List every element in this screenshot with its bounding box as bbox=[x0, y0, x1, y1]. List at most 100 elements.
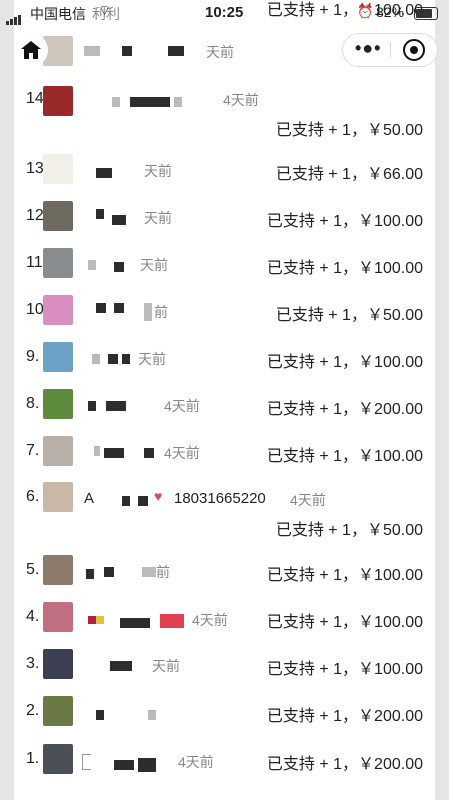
time-ago: 4天前 bbox=[192, 612, 228, 628]
support-amount: 已支持 + 1，￥100.00 bbox=[266, 213, 423, 230]
avatar bbox=[43, 555, 73, 585]
time-ago: 天前 bbox=[152, 658, 180, 674]
support-list-card: 已支持 + 1，￥100.00 天前 14. 4天前 已支持 + 1，￥50.0… bbox=[14, 0, 435, 800]
name-mask bbox=[114, 303, 124, 313]
rank: 3. bbox=[26, 655, 40, 672]
rank: 1. bbox=[26, 750, 40, 767]
support-amount: 已支持 + 1，￥100.00 bbox=[266, 260, 423, 277]
name-mask bbox=[104, 567, 114, 577]
time-ago: 4天前 bbox=[290, 492, 326, 508]
list-item: 10. 前 已支持 + 1，￥50.00 bbox=[14, 291, 435, 337]
name-mask bbox=[86, 569, 94, 579]
name-mask bbox=[114, 262, 124, 272]
name-mask bbox=[138, 758, 156, 772]
name-mask bbox=[130, 97, 170, 107]
alarm-icon: ⏰ bbox=[357, 4, 374, 19]
list-item: 3. 天前 已支持 + 1，￥100.00 bbox=[14, 645, 435, 691]
rank: 7. bbox=[26, 442, 40, 459]
rank: 5. bbox=[26, 561, 40, 578]
time-ago: 天前 bbox=[140, 257, 168, 273]
avatar bbox=[43, 295, 73, 325]
name-mask bbox=[88, 616, 96, 624]
name-mask bbox=[82, 754, 91, 770]
rank: 9. bbox=[26, 348, 40, 365]
name-mask bbox=[84, 46, 100, 56]
avatar bbox=[43, 342, 73, 372]
list-item: 2. 已支持 + 1，￥200.00 bbox=[14, 692, 435, 738]
signal-icon bbox=[6, 9, 22, 25]
name-mask bbox=[120, 618, 150, 628]
support-amount: 已支持 + 1，￥200.00 bbox=[266, 756, 423, 773]
name-mask bbox=[112, 215, 126, 225]
battery-icon bbox=[414, 7, 438, 20]
name-mask bbox=[122, 354, 130, 364]
name-prefix: A bbox=[84, 490, 95, 507]
name-mask bbox=[108, 354, 118, 364]
home-icon bbox=[21, 41, 41, 59]
wifi-icon: ⌔ bbox=[98, 2, 112, 18]
rank: 6. bbox=[26, 488, 40, 505]
time-ago: 前 bbox=[154, 304, 168, 320]
rank: 8. bbox=[26, 395, 40, 412]
support-amount: 已支持 + 1，￥200.00 bbox=[266, 708, 423, 725]
name-mask bbox=[142, 567, 156, 577]
list-item: 7. 4天前 已支持 + 1，￥100.00 bbox=[14, 432, 435, 478]
name-mask bbox=[96, 616, 104, 624]
support-amount: 已支持 + 1，￥100.00 bbox=[266, 567, 423, 584]
menu-capsule: •●• bbox=[342, 33, 438, 67]
name-mask bbox=[88, 260, 96, 270]
name-mask bbox=[122, 496, 130, 506]
list-item: 11. 天前 已支持 + 1，￥100.00 bbox=[14, 244, 435, 290]
phone-number: 18031665220 bbox=[174, 490, 266, 507]
list-item: 5. 前 已支持 + 1，￥100.00 bbox=[14, 551, 435, 597]
support-amount: 已支持 + 1，￥66.00 bbox=[275, 166, 423, 183]
name-mask bbox=[144, 303, 152, 321]
time-ago: 天前 bbox=[144, 163, 172, 179]
target-icon[interactable] bbox=[403, 39, 425, 61]
avatar bbox=[43, 86, 73, 116]
name-mask bbox=[112, 97, 120, 107]
list-item: 8. 4天前 已支持 + 1，￥200.00 bbox=[14, 385, 435, 431]
home-button[interactable] bbox=[14, 33, 48, 67]
name-mask bbox=[174, 97, 182, 107]
time-ago: 天前 bbox=[144, 210, 172, 226]
name-mask bbox=[96, 209, 104, 219]
support-amount: 已支持 + 1，￥200.00 bbox=[266, 401, 423, 418]
time-ago: 天前 bbox=[206, 44, 234, 60]
name-mask bbox=[144, 448, 154, 458]
support-amount: 已支持 + 1，￥100.00 bbox=[266, 354, 423, 371]
time-ago: 前 bbox=[156, 564, 170, 580]
avatar bbox=[43, 436, 73, 466]
avatar bbox=[43, 696, 73, 726]
heart-icon: ♥ bbox=[154, 488, 163, 504]
name-mask bbox=[106, 401, 126, 411]
time-ago: 4天前 bbox=[164, 445, 200, 461]
name-mask bbox=[168, 46, 184, 56]
support-amount: 已支持 + 1，￥100.00 bbox=[266, 614, 423, 631]
status-bar: 中国电信 利利 ⌔ 10:25 ⏰ 82% bbox=[0, 0, 449, 26]
name-mask bbox=[138, 496, 148, 506]
capsule-divider bbox=[390, 42, 391, 58]
avatar bbox=[43, 248, 73, 278]
name-mask bbox=[92, 354, 100, 364]
carrier-name: 中国电信 bbox=[30, 6, 86, 22]
time-ago: 4天前 bbox=[178, 754, 214, 770]
support-amount: 已支持 + 1，￥100.00 bbox=[266, 661, 423, 678]
name-mask bbox=[96, 168, 112, 178]
list-item: 6. A ♥ 18031665220 4天前 已支持 + 1，￥50.00 bbox=[14, 480, 435, 540]
support-amount: 已支持 + 1，￥50.00 bbox=[275, 307, 423, 324]
avatar bbox=[43, 602, 73, 632]
list-item: 14. 4天前 已支持 + 1，￥50.00 bbox=[14, 82, 435, 139]
clock-time: 10:25 bbox=[205, 4, 244, 21]
avatar bbox=[43, 744, 73, 774]
list-item: 4. 4天前 已支持 + 1，￥100.00 bbox=[14, 598, 435, 644]
name-mask bbox=[148, 710, 156, 720]
list-item: 1. 4天前 已支持 + 1，￥200.00 bbox=[14, 740, 435, 786]
battery-percent: 82% bbox=[376, 4, 405, 20]
name-mask bbox=[94, 446, 100, 456]
support-amount: 已支持 + 1，￥50.00 bbox=[275, 522, 423, 539]
list-item: 9. 天前 已支持 + 1，￥100.00 bbox=[14, 338, 435, 384]
list-item: 12. 天前 已支持 + 1，￥100.00 bbox=[14, 197, 435, 243]
more-icon[interactable]: •●• bbox=[355, 38, 381, 59]
support-amount: 已支持 + 1，￥100.00 bbox=[266, 448, 423, 465]
